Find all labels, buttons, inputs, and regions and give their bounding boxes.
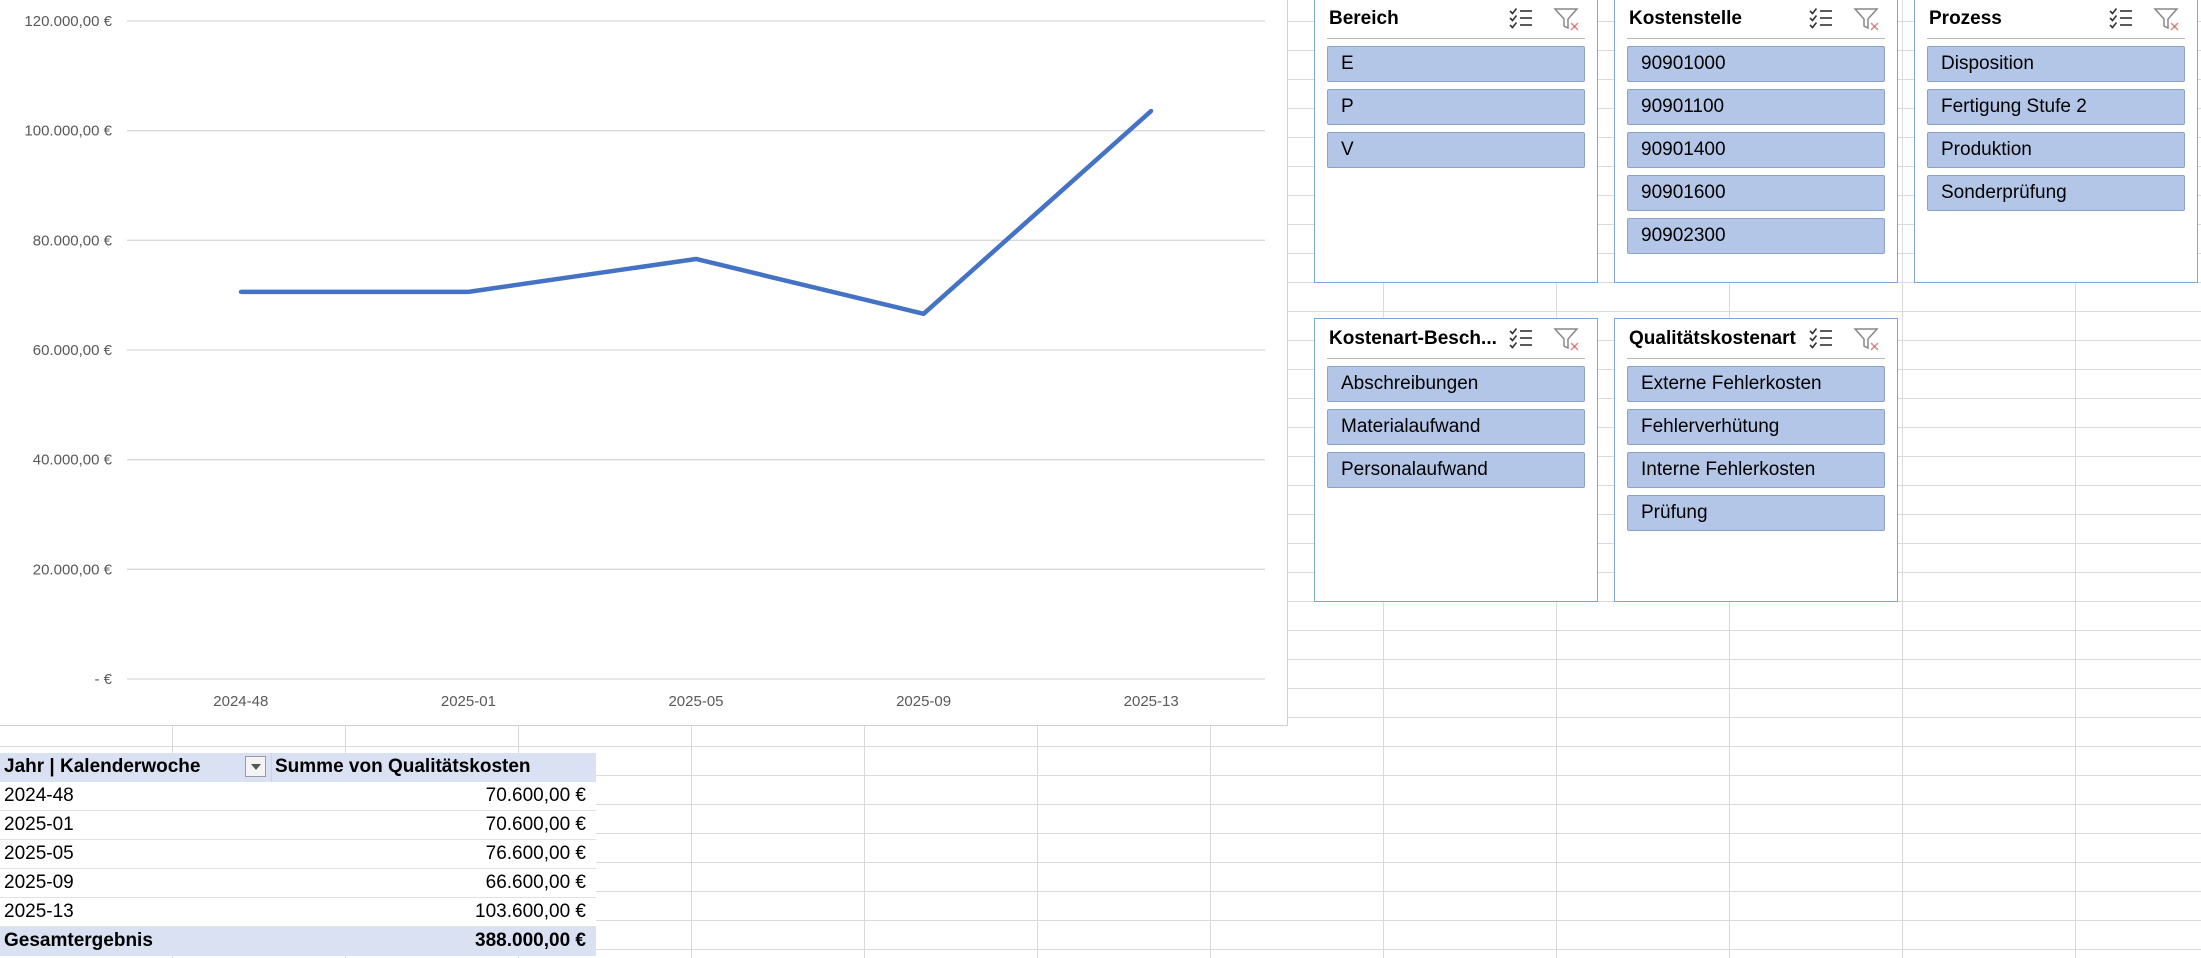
slicer-header: Qualitätskostenart bbox=[1627, 319, 1885, 359]
pivot-row-label: 2025-13 bbox=[4, 901, 74, 922]
pivot-row-label: 2025-05 bbox=[4, 843, 74, 864]
clear-filter-icon[interactable] bbox=[2153, 6, 2181, 32]
slicer-bereich[interactable]: Bereich E P V bbox=[1314, 0, 1598, 283]
pivot-row-label: 2025-01 bbox=[4, 814, 74, 835]
y-tick-label: 80.000,00 € bbox=[33, 232, 113, 249]
slicer-item[interactable]: 90901100 bbox=[1627, 89, 1885, 125]
y-tick-label: 20.000,00 € bbox=[33, 561, 113, 578]
slicer-item[interactable]: Externe Fehlerkosten bbox=[1627, 366, 1885, 402]
pivot-row-value: 76.600,00 € bbox=[485, 843, 586, 864]
slicer-title: Qualitätskostenart bbox=[1629, 328, 1796, 349]
line-chart[interactable]: - € 20.000,00 € 40.000,00 € 60.000,00 € 80.0… bbox=[0, 0, 1288, 726]
slicer-item[interactable]: Prüfung bbox=[1627, 495, 1885, 531]
data-point[interactable] bbox=[238, 289, 243, 294]
slicer-item[interactable]: Fertigung Stufe 2 bbox=[1927, 89, 2185, 125]
slicer-header: Kostenart-Besch... bbox=[1327, 319, 1585, 359]
pivot-row-label: 2025-09 bbox=[4, 872, 74, 893]
slicer-items: 90901000 90901100 90901400 90901600 9090… bbox=[1627, 46, 1885, 261]
chart-canvas: - € 20.000,00 € 40.000,00 € 60.000,00 € 80.0… bbox=[24, 13, 1265, 710]
column-separator bbox=[271, 753, 272, 782]
slicer-header: Kostenstelle bbox=[1627, 0, 1885, 39]
y-tick-label: 60.000,00 € bbox=[33, 342, 113, 359]
slicer-item[interactable]: Materialaufwand bbox=[1327, 409, 1585, 445]
slicer-prozess[interactable]: Prozess Disposition Fertigung Stufe 2 Pr… bbox=[1914, 0, 2198, 283]
pivot-row-value: 103.600,00 € bbox=[475, 901, 586, 922]
slicer-items: Abschreibungen Materialaufwand Personala… bbox=[1327, 366, 1585, 495]
slicer-item[interactable]: Interne Fehlerkosten bbox=[1627, 452, 1885, 488]
filter-dropdown-button[interactable] bbox=[245, 756, 266, 777]
x-tick-label: 2024-48 bbox=[213, 693, 268, 710]
x-tick-label: 2025-13 bbox=[1124, 693, 1179, 710]
slicer-title: Kostenart-Besch... bbox=[1329, 328, 1497, 349]
multi-select-icon[interactable] bbox=[1807, 326, 1835, 352]
clear-filter-icon[interactable] bbox=[1553, 326, 1581, 352]
slicer-item[interactable]: 90902300 bbox=[1627, 218, 1885, 254]
x-tick-label: 2025-09 bbox=[896, 693, 951, 710]
data-point[interactable] bbox=[921, 311, 926, 316]
slicer-item[interactable]: Sonderprüfung bbox=[1927, 175, 2185, 211]
clear-filter-icon[interactable] bbox=[1553, 6, 1581, 32]
pivot-row[interactable]: 2025-01 70.600,00 € bbox=[0, 811, 596, 840]
series-line[interactable] bbox=[240, 109, 1153, 317]
multi-select-icon[interactable] bbox=[1807, 6, 1835, 32]
slicer-items: Externe Fehlerkosten Fehlerverhütung Int… bbox=[1627, 366, 1885, 538]
pivot-row-value: 70.600,00 € bbox=[485, 814, 586, 835]
pivot-row-field-header: Jahr | Kalenderwoche bbox=[4, 756, 201, 777]
pivot-row-value: 70.600,00 € bbox=[485, 785, 586, 806]
slicer-qualitaetskostenart[interactable]: Qualitätskostenart Externe Fehlerkosten … bbox=[1614, 318, 1898, 602]
x-tick-label: 2025-01 bbox=[441, 693, 496, 710]
slicer-item[interactable]: E bbox=[1327, 46, 1585, 82]
slicer-item[interactable]: Disposition bbox=[1927, 46, 2185, 82]
pivot-header-row: Jahr | Kalenderwoche Summe von Qualitäts… bbox=[0, 753, 596, 782]
pivot-value-field-header: Summe von Qualitätskosten bbox=[275, 756, 531, 777]
slicer-kostenart[interactable]: Kostenart-Besch... Abschreibungen Materi… bbox=[1314, 318, 1598, 602]
pivot-row-label: 2024-48 bbox=[4, 785, 74, 806]
y-tick-label: 120.000,00 € bbox=[24, 13, 112, 30]
slicer-item[interactable]: P bbox=[1327, 89, 1585, 125]
slicer-items: Disposition Fertigung Stufe 2 Produktion… bbox=[1927, 46, 2185, 218]
pivot-total-label: Gesamtergebnis bbox=[4, 930, 153, 951]
slicer-items: E P V bbox=[1327, 46, 1585, 175]
slicer-item[interactable]: 90901000 bbox=[1627, 46, 1885, 82]
data-point[interactable] bbox=[694, 256, 698, 261]
pivot-total-row[interactable]: Gesamtergebnis 388.000,00 € bbox=[0, 927, 596, 956]
data-point[interactable] bbox=[466, 289, 471, 294]
slicer-kostenstelle[interactable]: Kostenstelle 90901000 90901100 90901400 … bbox=[1614, 0, 1898, 283]
multi-select-icon[interactable] bbox=[2107, 6, 2135, 32]
pivot-total-value: 388.000,00 € bbox=[475, 930, 586, 951]
pivot-row-value: 66.600,00 € bbox=[485, 872, 586, 893]
pivot-row[interactable]: 2025-09 66.600,00 € bbox=[0, 869, 596, 898]
slicer-item[interactable]: Produktion bbox=[1927, 132, 2185, 168]
multi-select-icon[interactable] bbox=[1507, 6, 1535, 32]
y-tick-label: - € bbox=[94, 671, 112, 688]
pivot-row[interactable]: 2025-13 103.600,00 € bbox=[0, 898, 596, 927]
slicer-title: Kostenstelle bbox=[1629, 8, 1742, 29]
slicer-item[interactable]: V bbox=[1327, 132, 1585, 168]
slicer-header: Bereich bbox=[1327, 0, 1585, 39]
slicer-item[interactable]: Fehlerverhütung bbox=[1627, 409, 1885, 445]
y-tick-label: 100.000,00 € bbox=[24, 123, 112, 140]
slicer-item[interactable]: Abschreibungen bbox=[1327, 366, 1585, 402]
slicer-item[interactable]: Personalaufwand bbox=[1327, 452, 1585, 488]
clear-filter-icon[interactable] bbox=[1853, 6, 1881, 32]
clear-filter-icon[interactable] bbox=[1853, 326, 1881, 352]
y-tick-label: 40.000,00 € bbox=[33, 452, 113, 469]
slicer-item[interactable]: 90901400 bbox=[1627, 132, 1885, 168]
pivot-table: Jahr | Kalenderwoche Summe von Qualitäts… bbox=[0, 753, 596, 956]
slicer-header: Prozess bbox=[1927, 0, 2185, 39]
slicer-title: Prozess bbox=[1929, 8, 2002, 29]
slicer-title: Bereich bbox=[1329, 8, 1399, 29]
multi-select-icon[interactable] bbox=[1507, 326, 1535, 352]
pivot-row[interactable]: 2025-05 76.600,00 € bbox=[0, 840, 596, 869]
data-point[interactable] bbox=[1149, 108, 1154, 113]
pivot-row[interactable]: 2024-48 70.600,00 € bbox=[0, 782, 596, 811]
slicer-item[interactable]: 90901600 bbox=[1627, 175, 1885, 211]
x-tick-label: 2025-05 bbox=[668, 693, 723, 710]
